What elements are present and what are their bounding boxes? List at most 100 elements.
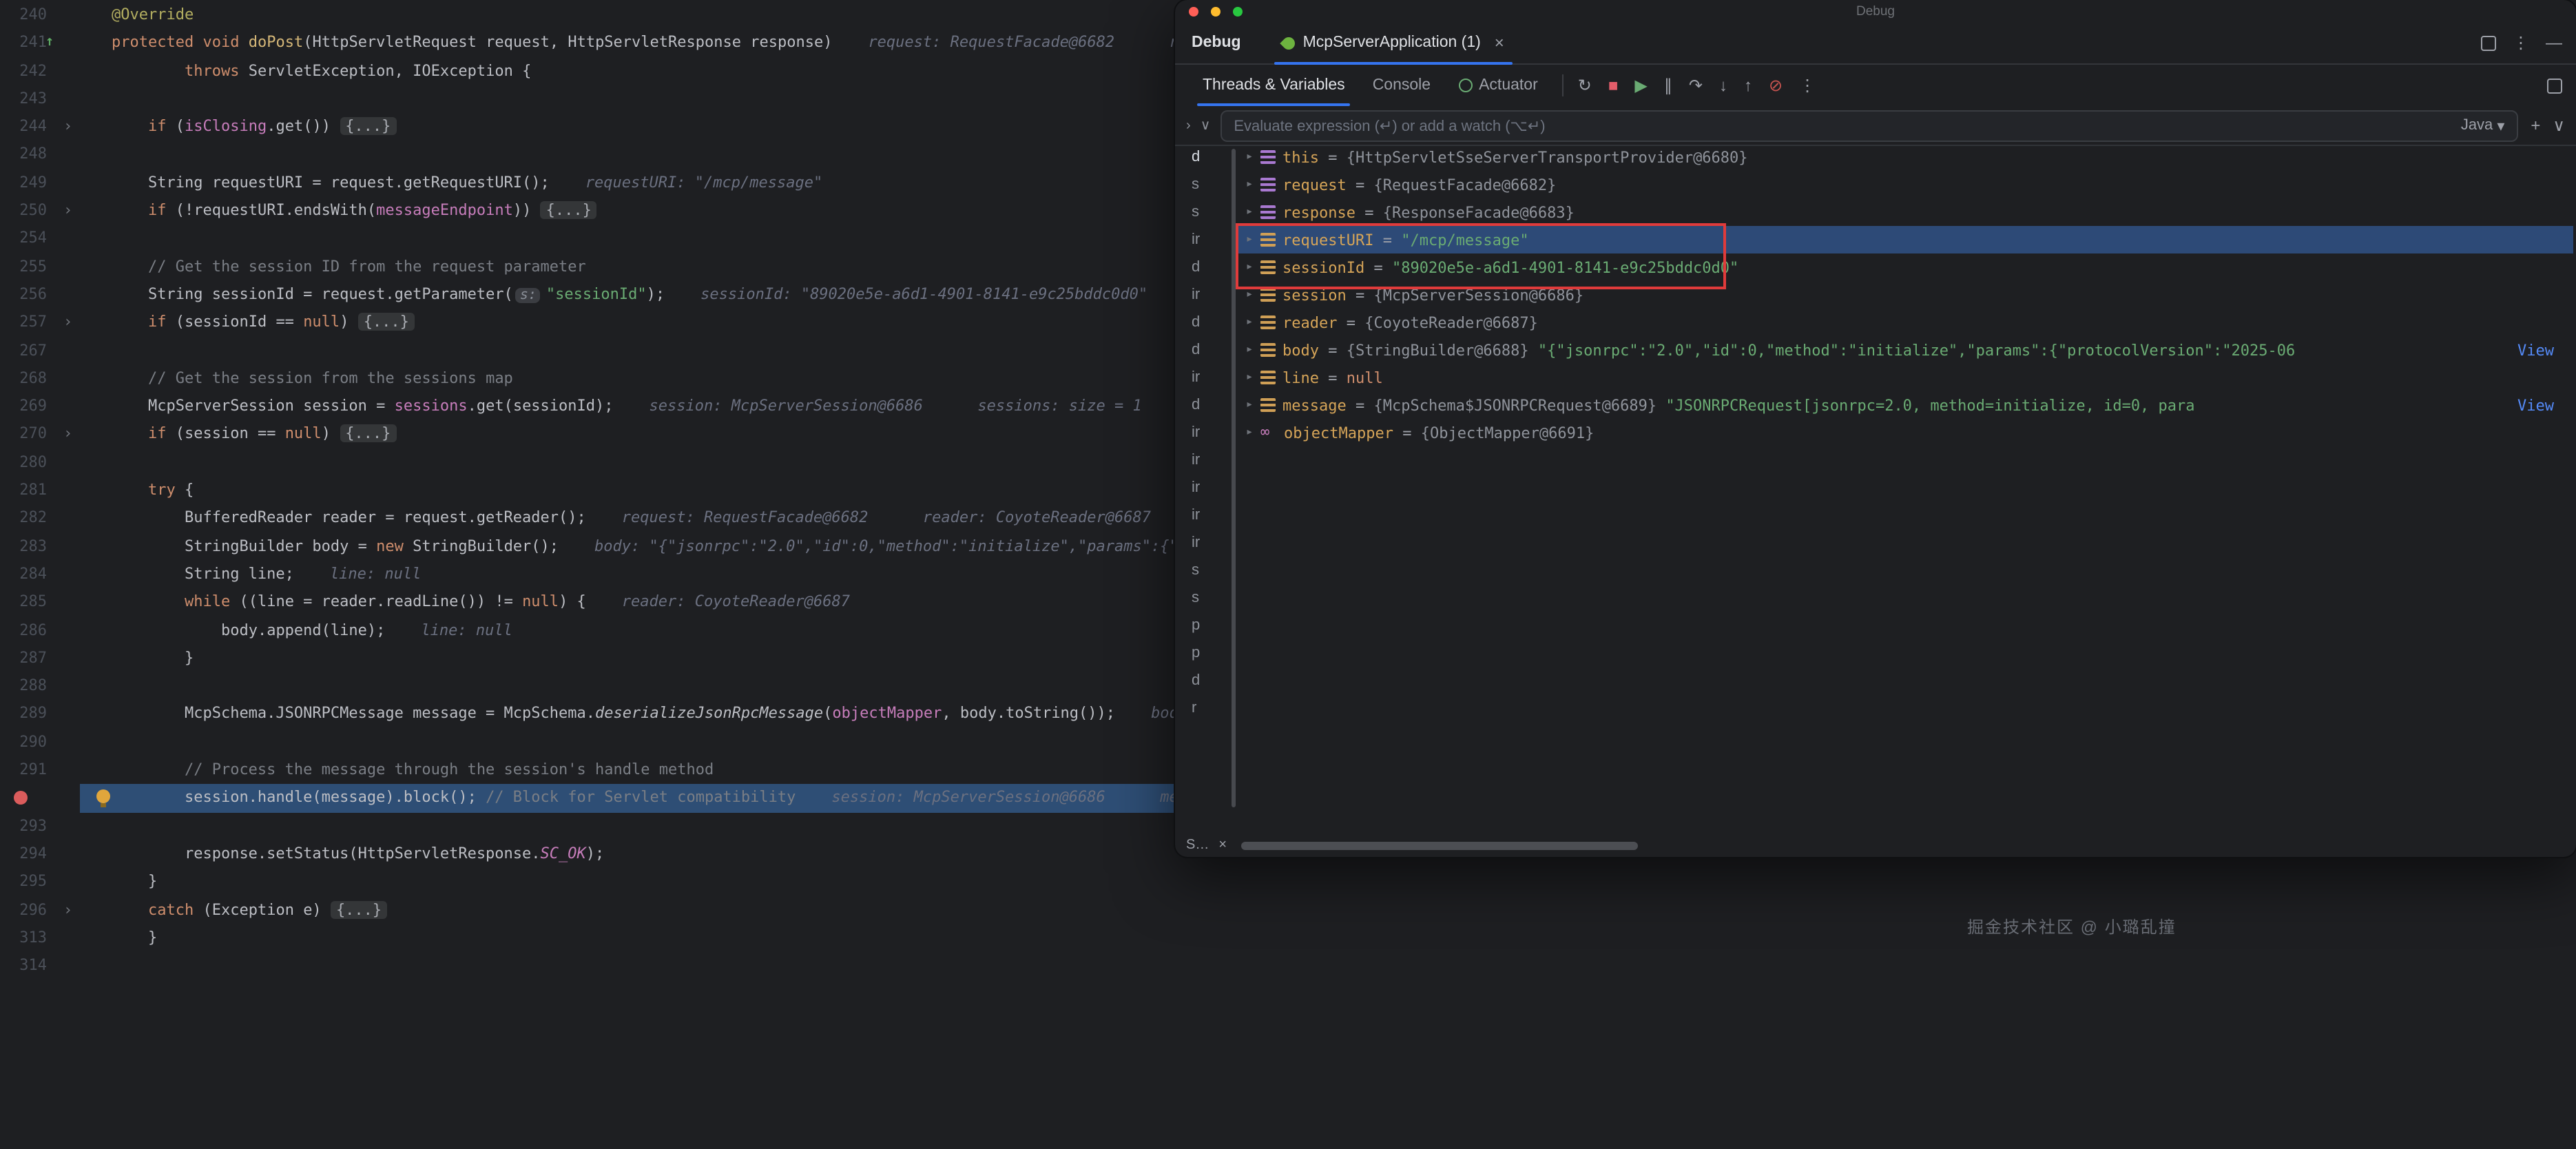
- layout-settings-icon[interactable]: [2481, 35, 2496, 50]
- line-number: 270: [0, 421, 47, 449]
- variable-row-body[interactable]: ▸body = {StringBuilder@6688} "{"jsonrpc"…: [1238, 336, 2573, 364]
- chevron-right-icon[interactable]: ▸: [1241, 398, 1258, 412]
- collapse-chevron-icon[interactable]: ∨: [1201, 118, 1211, 133]
- more-icon[interactable]: ⋮: [1799, 77, 1816, 94]
- tab-console[interactable]: Console: [1359, 65, 1444, 106]
- breakpoint-icon[interactable]: [14, 791, 28, 805]
- pause-icon[interactable]: ∥: [1664, 77, 1672, 94]
- dropdown-arrow-icon: ▾: [2497, 116, 2504, 134]
- step-out-icon[interactable]: ↑: [1744, 77, 1752, 94]
- variable-row-objectmapper[interactable]: ▸∞objectMapper = {ObjectMapper@6691}: [1238, 419, 2573, 446]
- variable-row-response[interactable]: ▸response = {ResponseFacade@6683}: [1238, 198, 2573, 226]
- rerun-icon[interactable]: ↻: [1578, 77, 1592, 94]
- chevron-right-icon[interactable]: ▸: [1241, 233, 1258, 247]
- stack-frame[interactable]: s: [1175, 171, 1230, 198]
- resume-icon[interactable]: ▶: [1634, 77, 1647, 94]
- close-tab-icon[interactable]: ×: [1495, 33, 1504, 52]
- chevron-right-icon[interactable]: ▸: [1241, 315, 1258, 329]
- stack-frame[interactable]: d: [1175, 391, 1230, 419]
- tab-mcpserverapplication[interactable]: McpServerApplication (1) ×: [1271, 22, 1515, 63]
- variable-row-requesturi[interactable]: ▸requestURI = "/mcp/message": [1238, 226, 2573, 253]
- code-editor[interactable]: 240@Override241↑protected void doPost(Ht…: [0, 0, 1175, 1149]
- stack-frame[interactable]: ir: [1175, 501, 1230, 529]
- mute-breakpoints-icon[interactable]: ⊘: [1769, 77, 1783, 94]
- stack-frame[interactable]: d: [1175, 253, 1230, 281]
- variable-row-line[interactable]: ▸line = null: [1238, 364, 2573, 391]
- line-number: 284: [0, 561, 47, 589]
- stack-frame[interactable]: d: [1175, 667, 1230, 694]
- debugger-subtabs: Threads & VariablesConsoleActuator: [1189, 65, 1552, 106]
- fold-marker-icon[interactable]: ›: [63, 309, 72, 338]
- stack-frame[interactable]: s: [1175, 198, 1230, 226]
- code-line: 289 McpSchema.JSONRPCMessage message = M…: [0, 701, 1175, 729]
- variable-field-icon: ∞: [1260, 426, 1277, 439]
- code-line: 283 StringBuilder body = new StringBuild…: [0, 532, 1175, 561]
- frames-bottom-tab[interactable]: S… ×: [1186, 838, 1227, 853]
- editor-gutter: 296›: [0, 896, 107, 924]
- stack-frame[interactable]: d: [1175, 336, 1230, 364]
- stack-frame[interactable]: ir: [1175, 419, 1230, 446]
- variable-row-request[interactable]: ▸request = {RequestFacade@6682}: [1238, 171, 2573, 198]
- stack-frame[interactable]: d: [1175, 309, 1230, 336]
- expand-watches-icon[interactable]: ∨: [2553, 117, 2565, 134]
- chevron-right-icon[interactable]: ▸: [1241, 426, 1258, 439]
- stack-frame[interactable]: ir: [1175, 364, 1230, 391]
- chevron-right-icon[interactable]: ▸: [1241, 260, 1258, 274]
- variable-row-message[interactable]: ▸message = {McpSchema$JSONRPCRequest@668…: [1238, 391, 2573, 419]
- variable-local-icon: [1260, 260, 1276, 274]
- code-line: 287 }: [0, 645, 1175, 673]
- stack-frame[interactable]: s: [1175, 584, 1230, 612]
- line-number: 243: [0, 85, 47, 114]
- variable-row-this[interactable]: ▸this = {HttpServletSseServerTransportPr…: [1238, 143, 2573, 171]
- variable-param-icon: [1260, 205, 1276, 219]
- horizontal-scrollbar[interactable]: [1241, 842, 1638, 850]
- fold-marker-icon[interactable]: ›: [63, 113, 72, 141]
- stack-frame[interactable]: d: [1175, 143, 1230, 171]
- variable-row-session[interactable]: ▸session = {McpServerSession@6686}: [1238, 281, 2573, 309]
- stack-frame[interactable]: p: [1175, 639, 1230, 667]
- stack-frame[interactable]: s: [1175, 557, 1230, 584]
- add-watch-icon[interactable]: +: [2531, 117, 2540, 134]
- chevron-right-icon[interactable]: ▸: [1241, 343, 1258, 357]
- chevron-right-icon[interactable]: ▸: [1241, 178, 1258, 192]
- close-icon[interactable]: ×: [1218, 838, 1227, 853]
- stack-frame[interactable]: ir: [1175, 446, 1230, 474]
- chevron-right-icon[interactable]: ▸: [1241, 205, 1258, 219]
- tab-threads-variables[interactable]: Threads & Variables: [1189, 65, 1359, 106]
- variable-row-sessionid[interactable]: ▸sessionId = "89020e5e-a6d1-4901-8141-e9…: [1238, 253, 2573, 281]
- chevron-right-icon[interactable]: ▸: [1241, 288, 1258, 302]
- stack-frame[interactable]: ir: [1175, 529, 1230, 557]
- language-selector[interactable]: Java ▾: [2461, 116, 2505, 134]
- stack-frame[interactable]: ir: [1175, 226, 1230, 253]
- variable-row-reader[interactable]: ▸reader = {CoyoteReader@6687}: [1238, 309, 2573, 336]
- fold-marker-icon[interactable]: ›: [63, 421, 72, 449]
- step-into-icon[interactable]: ↓: [1719, 77, 1727, 94]
- view-link[interactable]: View: [2517, 396, 2554, 414]
- fold-marker-icon[interactable]: ›: [63, 896, 72, 924]
- code-text: [107, 952, 1175, 980]
- evaluate-expression-input[interactable]: Evaluate expression (↵) or add a watch (…: [1220, 110, 2518, 141]
- stack-frame[interactable]: p: [1175, 612, 1230, 639]
- stop-icon[interactable]: ■: [1608, 77, 1619, 94]
- tool-window-label[interactable]: Debug: [1192, 34, 1241, 51]
- code-line: 286 body.append(line);line: null: [0, 617, 1175, 645]
- window-titlebar[interactable]: Debug: [1175, 0, 2576, 22]
- override-method-icon[interactable]: ↑: [45, 30, 54, 58]
- editor-gutter: 282: [0, 505, 107, 533]
- view-link[interactable]: View: [2517, 341, 2554, 359]
- line-number: 287: [0, 645, 47, 673]
- layout-icon[interactable]: [2547, 78, 2562, 93]
- tab-actuator[interactable]: Actuator: [1444, 65, 1552, 106]
- stack-frame[interactable]: ir: [1175, 281, 1230, 309]
- fold-marker-icon[interactable]: ›: [63, 197, 72, 225]
- frames-scrollbar[interactable]: [1232, 149, 1236, 807]
- stack-frame[interactable]: r: [1175, 694, 1230, 722]
- stack-frame[interactable]: ir: [1175, 474, 1230, 501]
- expand-chevron-icon[interactable]: ›: [1186, 118, 1191, 133]
- chevron-right-icon[interactable]: ▸: [1241, 371, 1258, 384]
- more-options-icon[interactable]: ⋮: [2513, 34, 2529, 51]
- step-over-icon[interactable]: ↷: [1689, 77, 1703, 94]
- hide-window-icon[interactable]: —: [2546, 34, 2562, 51]
- chevron-right-icon[interactable]: ▸: [1241, 150, 1258, 164]
- code-text: // Get the session from the sessions map: [107, 365, 1175, 393]
